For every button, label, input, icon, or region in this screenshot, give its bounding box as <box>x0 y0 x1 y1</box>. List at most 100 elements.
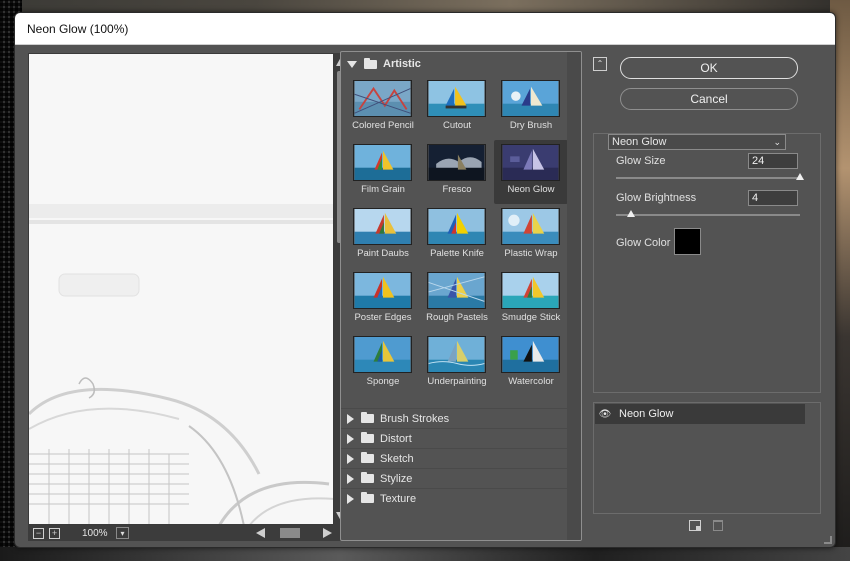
filter-label: Smudge Stick <box>501 312 561 323</box>
dialog-title: Neon Glow (100%) <box>15 13 835 45</box>
filter-film-grain[interactable]: Film Grain <box>346 140 420 204</box>
filter-palette-knife[interactable]: Palette Knife <box>420 204 494 268</box>
filter-fresco[interactable]: Fresco <box>420 140 494 204</box>
collapsed-triangle-icon <box>347 413 354 424</box>
filter-neon-glow[interactable]: Neon Glow <box>494 140 568 204</box>
filter-label: Underpainting <box>427 376 487 387</box>
category-distort[interactable]: Distort <box>341 428 567 448</box>
category-artistic[interactable]: Artistic <box>341 56 567 72</box>
filter-label: Film Grain <box>361 184 405 195</box>
glow-brightness-label: Glow Brightness <box>616 192 697 204</box>
filter-select[interactable]: Neon Glow ⌄ <box>608 134 786 150</box>
effect-layers-panel: 👁 Neon Glow <box>593 402 821 514</box>
folder-icon <box>364 57 377 69</box>
collapsed-triangle-icon <box>347 453 354 464</box>
poster-edges-thumbnail-icon <box>353 272 412 309</box>
filter-plastic-wrap[interactable]: Plastic Wrap <box>494 204 568 268</box>
glow-color-swatch[interactable] <box>674 228 701 255</box>
glow-brightness-input[interactable]: 4 <box>748 190 798 206</box>
gallery-scrollbar[interactable] <box>567 52 581 540</box>
scroll-left-arrow-icon[interactable] <box>256 528 265 538</box>
filter-label: Paint Daubs <box>357 248 409 259</box>
preview-image <box>29 54 333 524</box>
folder-icon <box>361 472 374 483</box>
glow-size-slider[interactable] <box>616 177 800 179</box>
expanded-triangle-icon <box>347 60 357 68</box>
effect-layer-row[interactable]: 👁 Neon Glow <box>595 404 805 424</box>
glow-brightness-slider[interactable] <box>616 214 800 216</box>
resize-grip-icon[interactable] <box>824 536 832 544</box>
filter-label: Watercolor <box>508 376 554 387</box>
ok-button[interactable]: OK <box>620 57 798 79</box>
filter-rough-pastels[interactable]: Rough Pastels <box>420 268 494 332</box>
cancel-button[interactable]: Cancel <box>620 88 798 110</box>
zoom-dropdown-chevron-icon[interactable]: ▾ <box>116 527 129 539</box>
folder-icon <box>361 432 374 443</box>
filter-poster-edges[interactable]: Poster Edges <box>346 268 420 332</box>
scroll-thumb-horizontal[interactable] <box>280 528 300 538</box>
paint-daubs-thumbnail-icon <box>353 208 412 245</box>
category-label: Brush Strokes <box>380 412 450 425</box>
filter-gallery-dialog: Neon Glow (100%) − + 100% ▾ Artistic Col… <box>14 12 836 548</box>
filter-sponge[interactable]: Sponge <box>346 332 420 396</box>
folder-icon <box>361 412 374 423</box>
filter-select-value: Neon Glow <box>612 136 667 148</box>
glow-size-input[interactable]: 24 <box>748 153 798 169</box>
delete-effect-layer-icon[interactable] <box>713 520 723 531</box>
eye-visibility-icon[interactable]: 👁 <box>595 409 615 420</box>
layer-actions <box>689 520 723 531</box>
neon-glow-thumbnail-icon <box>501 144 560 181</box>
filter-colored-pencil[interactable]: Colored Pencil <box>346 76 420 140</box>
effect-layer-name: Neon Glow <box>619 408 674 420</box>
scroll-right-arrow-icon[interactable] <box>323 528 332 538</box>
filter-paint-daubs[interactable]: Paint Daubs <box>346 204 420 268</box>
collapse-gallery-button[interactable]: ⌃ <box>593 57 607 71</box>
palette-knife-thumbnail-icon <box>427 208 486 245</box>
category-label: Distort <box>380 432 412 445</box>
film-grain-thumbnail-icon <box>353 144 412 181</box>
preview-canvas[interactable] <box>28 53 334 525</box>
category-stylize[interactable]: Stylize <box>341 468 567 488</box>
new-effect-layer-icon[interactable] <box>689 520 701 531</box>
category-texture[interactable]: Texture <box>341 488 567 508</box>
filter-gallery: Artistic Colored Pencil Cutout Dry Brush… <box>340 51 582 541</box>
preview-statusbar: − + 100% ▾ <box>28 525 348 541</box>
dry-brush-thumbnail-icon <box>501 80 560 117</box>
filter-label: Cutout <box>443 120 471 131</box>
category-brush-strokes[interactable]: Brush Strokes <box>341 408 567 428</box>
filter-smudge-stick[interactable]: Smudge Stick <box>494 268 568 332</box>
glow-size-label: Glow Size <box>616 155 666 167</box>
filter-label: Fresco <box>442 184 472 195</box>
plastic-wrap-thumbnail-icon <box>501 208 560 245</box>
filter-watercolor[interactable]: Watercolor <box>494 332 568 396</box>
fresco-thumbnail-icon <box>427 144 486 181</box>
collapsed-triangle-icon <box>347 433 354 444</box>
rough-pastels-thumbnail-icon <box>427 272 486 309</box>
background-bottom <box>0 547 850 561</box>
category-label: Stylize <box>380 472 413 485</box>
filter-dry-brush[interactable]: Dry Brush <box>494 76 568 140</box>
filter-label: Rough Pastels <box>426 312 488 323</box>
collapsed-triangle-icon <box>347 493 354 504</box>
cutout-thumbnail-icon <box>427 80 486 117</box>
filter-label: Palette Knife <box>430 248 484 259</box>
chevron-down-icon: ⌄ <box>773 137 781 147</box>
chevron-up-icon: ⌃ <box>596 59 604 68</box>
category-sketch[interactable]: Sketch <box>341 448 567 468</box>
preview-horizontal-scrollbar[interactable] <box>256 528 332 538</box>
sponge-thumbnail-icon <box>353 336 412 373</box>
filter-label: Colored Pencil <box>352 120 414 131</box>
zoom-in-icon[interactable]: + <box>49 527 60 539</box>
filter-label: Dry Brush <box>509 120 553 131</box>
filter-label: Sponge <box>366 376 400 387</box>
smudge-stick-thumbnail-icon <box>501 272 560 309</box>
glow-size-slider-knob[interactable] <box>796 173 804 180</box>
collapsed-triangle-icon <box>347 473 354 484</box>
zoom-out-icon[interactable]: − <box>33 527 44 539</box>
folder-icon <box>361 452 374 463</box>
glow-brightness-slider-knob[interactable] <box>626 210 635 217</box>
category-label: Texture <box>380 492 417 505</box>
filter-label: Plastic Wrap <box>504 248 558 259</box>
filter-cutout[interactable]: Cutout <box>420 76 494 140</box>
filter-underpainting[interactable]: Underpainting <box>420 332 494 396</box>
